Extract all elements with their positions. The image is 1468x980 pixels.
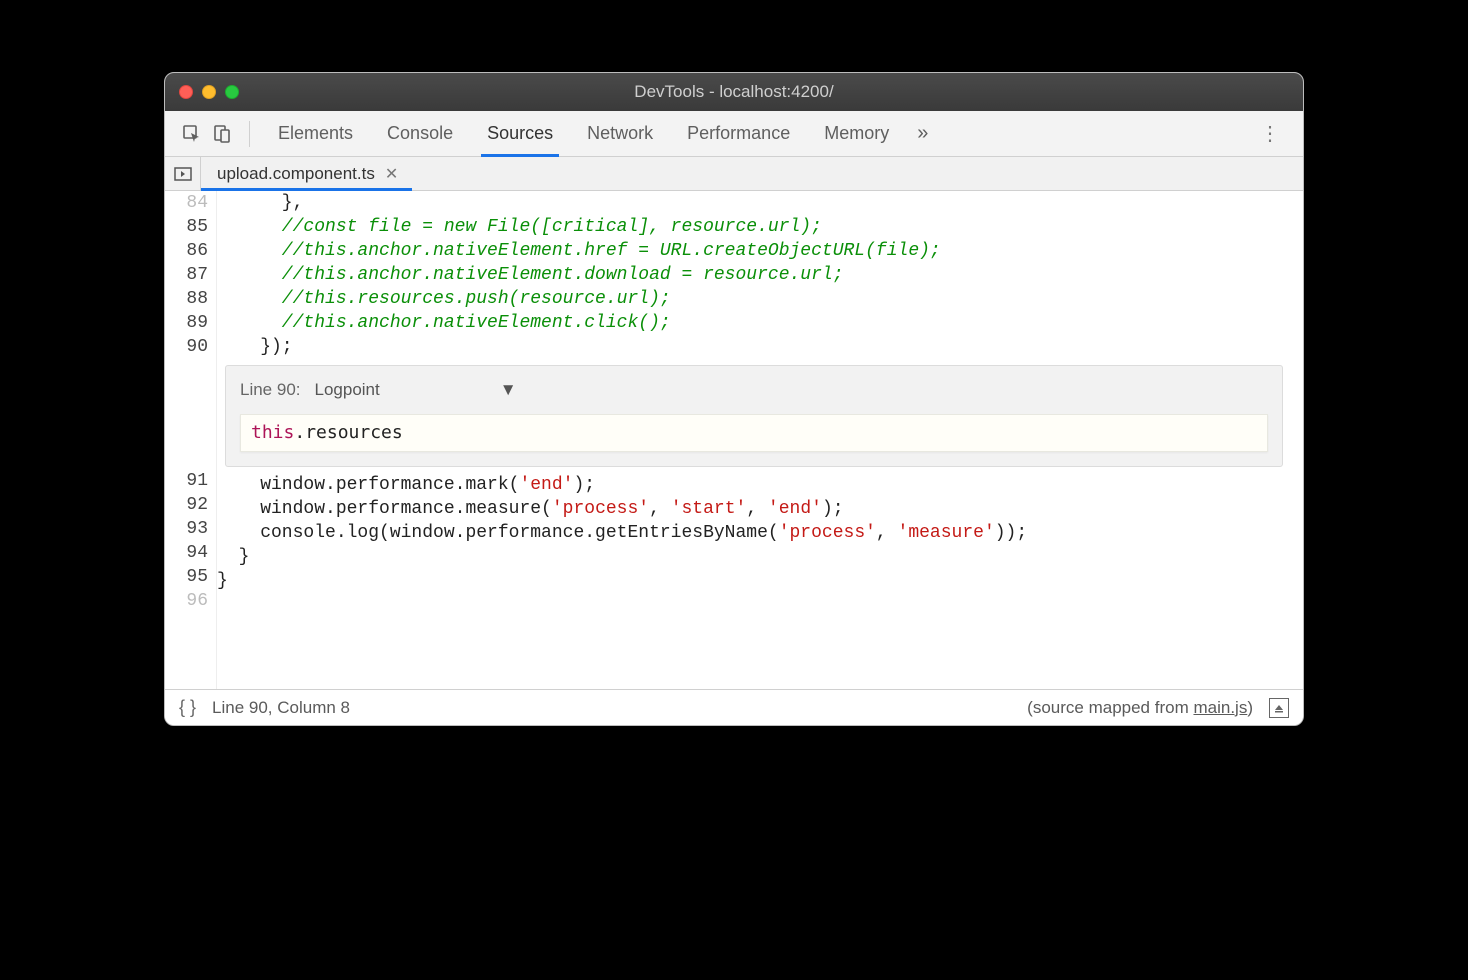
inspect-element-icon[interactable] — [179, 121, 205, 147]
line-number: 94 — [165, 541, 208, 565]
toolbar-separator — [249, 121, 250, 147]
breakpoint-type-dropdown[interactable]: Logpoint ▼ — [311, 376, 521, 404]
line-number: 85 — [165, 215, 208, 239]
tab-elements[interactable]: Elements — [278, 111, 353, 156]
code-text: , — [746, 499, 768, 519]
code-text: )); — [995, 523, 1027, 543]
expr-rest: .resources — [294, 422, 402, 443]
code-content[interactable]: }, //const file = new File([critical], r… — [217, 191, 1303, 689]
line-number: 86 — [165, 239, 208, 263]
line-number: 95 — [165, 565, 208, 589]
tab-performance[interactable]: Performance — [687, 111, 790, 156]
source-map-suffix: ) — [1247, 698, 1253, 717]
code-text: , — [876, 523, 898, 543]
device-toolbar-icon[interactable] — [209, 121, 235, 147]
line-number: 84 — [165, 191, 208, 215]
code-text: }, — [217, 193, 303, 213]
code-text: , — [649, 499, 671, 519]
code-comment: //this.anchor.nativeElement.click(); — [217, 313, 671, 333]
status-bar: { } Line 90, Column 8 (source mapped fro… — [165, 689, 1303, 725]
line-number: 96 — [165, 589, 208, 613]
line-number: 87 — [165, 263, 208, 287]
kebab-menu-icon[interactable]: ⋮ — [1252, 121, 1289, 146]
logpoint-expression-input[interactable]: this.resources — [240, 414, 1268, 452]
panel-tabs: Elements Console Sources Network Perform… — [278, 111, 889, 156]
line-number: 93 — [165, 517, 208, 541]
logpoint-line-label: Line 90: — [240, 378, 301, 402]
minimize-window-button[interactable] — [202, 85, 216, 99]
line-number: 91 — [165, 469, 208, 493]
more-tabs-icon[interactable]: » — [917, 122, 928, 145]
titlebar: DevTools - localhost:4200/ — [165, 73, 1303, 111]
line-number: 89 — [165, 311, 208, 335]
code-text: ); — [822, 499, 844, 519]
line-gutter: 84 85 86 87 88 89 90 91 92 93 94 95 96 — [165, 191, 217, 689]
main-toolbar: Elements Console Sources Network Perform… — [165, 111, 1303, 157]
line-number: 88 — [165, 287, 208, 311]
tab-sources[interactable]: Sources — [487, 111, 553, 156]
code-string: 'measure' — [898, 523, 995, 543]
show-navigator-button[interactable] — [165, 157, 201, 190]
zoom-window-button[interactable] — [225, 85, 239, 99]
logpoint-panel: Line 90: Logpoint ▼ this.resources — [225, 365, 1283, 467]
logpoint-header: Line 90: Logpoint ▼ — [240, 376, 1268, 404]
code-comment: //this.resources.push(resource.url); — [217, 289, 671, 309]
code-string: 'process' — [779, 523, 876, 543]
code-text: ); — [573, 475, 595, 495]
file-tab-upload-component[interactable]: upload.component.ts ✕ — [201, 157, 412, 190]
code-comment: //this.anchor.nativeElement.download = r… — [217, 265, 844, 285]
tab-network[interactable]: Network — [587, 111, 653, 156]
traffic-lights — [179, 85, 239, 99]
code-text: } — [217, 571, 228, 591]
code-text: }); — [217, 337, 293, 357]
devtools-window: DevTools - localhost:4200/ Elements Cons… — [164, 72, 1304, 726]
file-tabs-bar: upload.component.ts ✕ — [165, 157, 1303, 191]
cursor-position: Line 90, Column 8 — [212, 698, 350, 718]
code-string: 'end' — [768, 499, 822, 519]
code-comment: //this.anchor.nativeElement.href = URL.c… — [217, 241, 941, 261]
show-drawer-icon[interactable] — [1269, 698, 1289, 718]
code-string: 'end' — [519, 475, 573, 495]
code-text: window.performance.mark( — [217, 475, 519, 495]
code-editor[interactable]: 84 85 86 87 88 89 90 91 92 93 94 95 96 }… — [165, 191, 1303, 689]
breakpoint-type-value: Logpoint — [315, 378, 380, 402]
code-string: 'process' — [552, 499, 649, 519]
code-string: 'start' — [671, 499, 747, 519]
expr-this: this — [251, 422, 294, 443]
code-text: } — [217, 547, 249, 567]
code-text: window.performance.measure( — [217, 499, 552, 519]
tab-memory[interactable]: Memory — [824, 111, 889, 156]
source-map-info: (source mapped from main.js) — [1027, 698, 1253, 718]
file-tab-label: upload.component.ts — [217, 164, 375, 184]
source-map-prefix: (source mapped from — [1027, 698, 1193, 717]
pretty-print-icon[interactable]: { } — [179, 697, 196, 718]
line-number: 92 — [165, 493, 208, 517]
source-map-link[interactable]: main.js — [1193, 698, 1247, 717]
code-comment: //const file = new File([critical], reso… — [217, 217, 822, 237]
window-title: DevTools - localhost:4200/ — [165, 82, 1303, 102]
close-window-button[interactable] — [179, 85, 193, 99]
line-number: 90 — [165, 335, 208, 359]
tab-console[interactable]: Console — [387, 111, 453, 156]
code-text: console.log(window.performance.getEntrie… — [217, 523, 779, 543]
chevron-down-icon: ▼ — [500, 378, 517, 402]
close-file-tab-icon[interactable]: ✕ — [385, 164, 398, 184]
